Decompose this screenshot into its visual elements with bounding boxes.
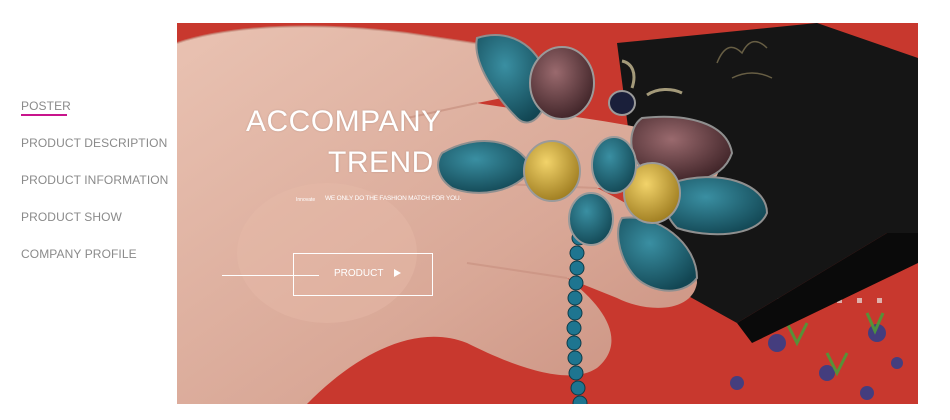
nav-item-product-information[interactable]: PRODUCT INFORMATION xyxy=(21,173,168,187)
hero-banner: ACCOMPANY TREND Innovate WE ONLY DO THE … xyxy=(177,23,918,404)
product-button[interactable]: PRODUCT xyxy=(293,253,433,296)
nav-item-company-profile[interactable]: COMPANY PROFILE xyxy=(21,247,137,261)
nav-item-poster[interactable]: POSTER xyxy=(21,99,71,113)
tagline-small: Innovate xyxy=(296,197,316,203)
nav-item-product-show[interactable]: PRODUCT SHOW xyxy=(21,210,122,224)
product-button-label: PRODUCT xyxy=(334,268,384,279)
headline-line-2: TREND xyxy=(328,146,434,179)
active-nav-underline xyxy=(21,114,67,116)
sidebar-nav: POSTER PRODUCT DESCRIPTION PRODUCT INFOR… xyxy=(0,0,177,420)
banner-photo xyxy=(177,23,918,404)
nav-item-product-description[interactable]: PRODUCT DESCRIPTION xyxy=(21,136,167,150)
headline-line-1: ACCOMPANY xyxy=(246,105,442,138)
tagline-subline: WE ONLY DO THE FASHION MATCH FOR YOU. xyxy=(325,195,462,202)
play-arrow-icon xyxy=(394,269,401,277)
